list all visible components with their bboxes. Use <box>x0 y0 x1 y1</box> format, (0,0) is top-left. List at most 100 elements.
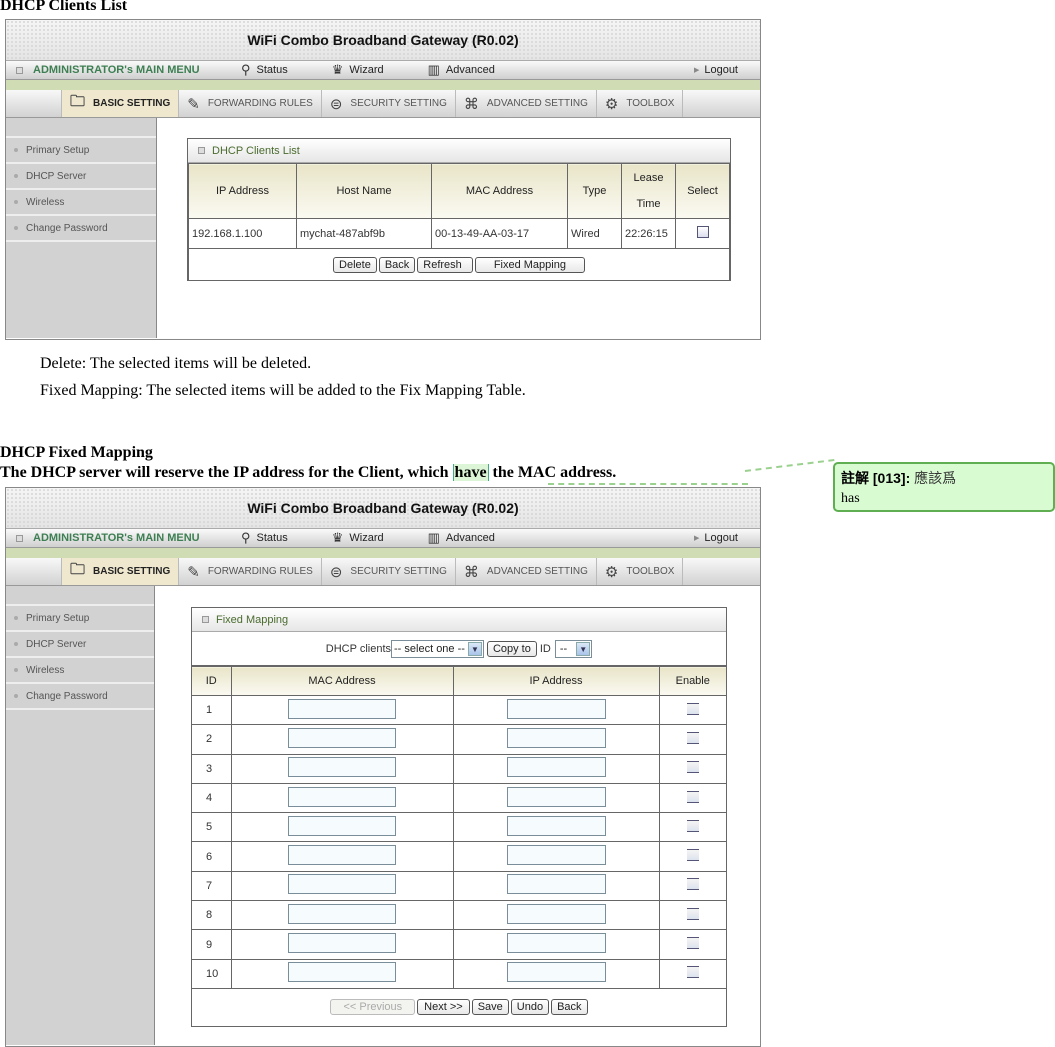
back-button[interactable]: Back <box>378 256 416 273</box>
logout-link[interactable]: ▶ Logout <box>694 64 738 76</box>
heading-dhcp-fixed-mapping: DHCP Fixed Mapping <box>0 444 153 461</box>
tab-forwarding-rules[interactable]: ✎ FORWARDING RULES <box>179 558 322 585</box>
mac-address-input[interactable] <box>288 815 396 836</box>
mac-address-input[interactable] <box>288 903 396 924</box>
menu-wizard[interactable]: ♛ Wizard <box>332 62 384 78</box>
sidebar-item-wireless[interactable]: Wireless <box>6 658 154 684</box>
enable-checkbox[interactable] <box>686 849 699 862</box>
enable-checkbox[interactable] <box>686 907 699 920</box>
sidebar-item-wireless[interactable]: Wireless <box>6 190 156 216</box>
menu-status[interactable]: ⚲ Status <box>241 530 288 546</box>
table-row: 4 <box>192 782 726 814</box>
mac-address-input[interactable] <box>288 874 396 895</box>
ip-address-input[interactable] <box>506 962 606 983</box>
ip-address-input[interactable] <box>506 727 606 748</box>
mac-address-input[interactable] <box>288 962 396 983</box>
sidebar-item-change-password[interactable]: Change Password <box>6 216 156 242</box>
enable-checkbox[interactable] <box>686 761 699 774</box>
select-value: -- <box>559 642 568 655</box>
menu-wizard[interactable]: ♛ Wizard <box>332 530 384 546</box>
tab-basic-setting[interactable]: 🗀 BASIC SETTING <box>61 90 180 117</box>
back-button[interactable]: Back <box>551 998 588 1015</box>
enable-checkbox[interactable] <box>686 702 699 715</box>
advanced-setting-icon: ⌘ <box>463 95 479 113</box>
logout-label: Logout <box>704 64 738 76</box>
tab-basic-setting[interactable]: 🗀 BASIC SETTING <box>61 558 180 585</box>
admin-main-menu[interactable]: ADMINISTRATOR's MAIN MENU <box>16 532 241 544</box>
menu-advanced[interactable]: ▥ Advanced <box>428 530 495 546</box>
green-divider <box>6 80 760 90</box>
logout-link[interactable]: ▶ Logout <box>694 532 738 544</box>
tab-label: ADVANCED SETTING <box>486 566 588 577</box>
ip-address-input[interactable] <box>506 845 606 866</box>
dhcp-clients-select[interactable]: -- select one -- ▼ <box>391 639 484 658</box>
review-comment[interactable]: 註解 [013]: 應該爲 has <box>833 462 1055 512</box>
tab-advanced-setting[interactable]: ⌘ ADVANCED SETTING <box>456 558 597 585</box>
mac-address-input[interactable] <box>288 933 396 954</box>
refresh-button[interactable]: Refresh <box>417 256 473 273</box>
panel-bullet-icon <box>198 147 205 154</box>
mac-address-input[interactable] <box>288 757 396 778</box>
ip-address-input[interactable] <box>506 903 606 924</box>
cell-id: 6 <box>192 841 232 872</box>
mac-address-input[interactable] <box>288 698 396 719</box>
tab-security-setting[interactable]: ⊜ SECURITY SETTING <box>322 90 456 117</box>
cell-id: 1 <box>192 694 232 726</box>
tab-label: TOOLBOX <box>626 98 675 109</box>
undo-button[interactable]: Undo <box>510 998 550 1015</box>
admin-main-menu[interactable]: ADMINISTRATOR's MAIN MENU <box>16 64 241 76</box>
mac-address-input[interactable] <box>288 845 396 866</box>
sidebar-item-primary-setup[interactable]: Primary Setup <box>6 138 156 164</box>
enable-checkbox[interactable] <box>686 731 699 744</box>
enable-checkbox[interactable] <box>686 937 699 950</box>
tab-forwarding-rules[interactable]: ✎ FORWARDING RULES <box>179 90 322 117</box>
enable-checkbox[interactable] <box>686 790 699 803</box>
enable-checkbox[interactable] <box>686 819 699 832</box>
ip-address-input[interactable] <box>506 786 606 807</box>
menu-status[interactable]: ⚲ Status <box>241 62 288 78</box>
menu-advanced[interactable]: ▥ Advanced <box>428 62 495 78</box>
col-mac-address: MAC Address <box>431 163 568 219</box>
delete-button[interactable]: Delete <box>333 256 377 273</box>
fixed-mapping-button[interactable]: Fixed Mapping <box>474 256 585 273</box>
dhcp-clients-panel: DHCP Clients List IP Address Host Name M… <box>187 138 731 281</box>
chevron-down-icon: ▼ <box>576 641 591 656</box>
previous-button[interactable]: << Previous <box>330 998 416 1015</box>
panel-title-text: DHCP Clients List <box>212 144 300 157</box>
ip-address-input[interactable] <box>506 757 606 778</box>
cell-id: 5 <box>192 812 232 843</box>
bullet-icon <box>14 642 18 646</box>
cell-id: 9 <box>192 929 232 960</box>
ip-address-input[interactable] <box>506 698 606 719</box>
copy-to-button[interactable]: Copy to <box>486 640 537 657</box>
highlighted-word[interactable]: have <box>452 464 489 481</box>
enable-checkbox[interactable] <box>686 878 699 891</box>
id-select[interactable]: -- ▼ <box>554 639 593 658</box>
mac-address-input[interactable] <box>288 786 396 807</box>
tab-advanced-setting[interactable]: ⌘ ADVANCED SETTING <box>456 90 597 117</box>
select-checkbox[interactable] <box>696 226 709 238</box>
sidebar-item-primary-setup[interactable]: Primary Setup <box>6 606 154 632</box>
tab-toolbox[interactable]: ⚙ TOOLBOX <box>597 90 684 117</box>
ip-address-input[interactable] <box>506 815 606 836</box>
enable-checkbox[interactable] <box>686 966 699 979</box>
ip-address-input[interactable] <box>506 874 606 895</box>
mac-address-input[interactable] <box>288 727 396 748</box>
chevron-down-icon: ▼ <box>467 641 482 656</box>
toolbox-icon: ⚙ <box>604 95 619 113</box>
tab-toolbox[interactable]: ⚙ TOOLBOX <box>597 558 684 585</box>
id-label: ID <box>539 642 551 655</box>
menu-bullet-icon <box>16 66 23 74</box>
bullet-icon <box>14 148 18 152</box>
comment-suggestion: 應該爲 <box>914 471 957 487</box>
cell-id: 2 <box>192 724 232 755</box>
sidebar-item-dhcp-server[interactable]: DHCP Server <box>6 164 156 190</box>
tab-security-setting[interactable]: ⊜ SECURITY SETTING <box>322 558 456 585</box>
sidebar-item-dhcp-server[interactable]: DHCP Server <box>6 632 154 658</box>
save-button[interactable]: Save <box>471 998 509 1015</box>
next-button[interactable]: Next >> <box>417 998 470 1015</box>
col-ip-address: IP Address <box>188 163 297 219</box>
sidebar-item-change-password[interactable]: Change Password <box>6 684 154 710</box>
ip-address-input[interactable] <box>506 933 606 954</box>
select-value: -- select one -- <box>394 642 465 655</box>
